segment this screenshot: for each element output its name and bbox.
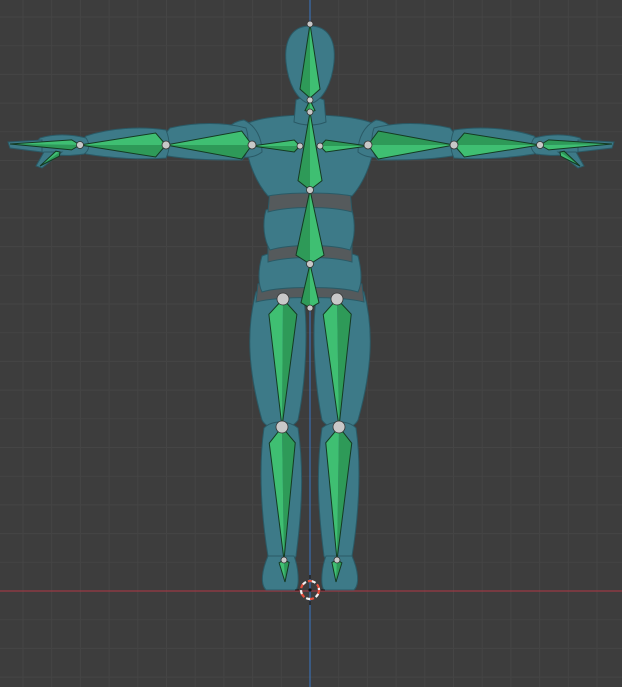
bone-joint[interactable] — [306, 260, 314, 268]
bone-joint[interactable] — [275, 420, 289, 434]
bone-joint[interactable] — [316, 142, 324, 150]
bone-joint[interactable] — [363, 140, 373, 150]
bone-joint[interactable] — [247, 140, 257, 150]
bone-joint[interactable] — [306, 108, 314, 116]
bone-joint[interactable] — [332, 420, 346, 434]
bone-joint[interactable] — [306, 96, 314, 104]
bone-joint[interactable] — [76, 141, 84, 149]
armature[interactable] — [9, 23, 613, 583]
left-foot[interactable] — [261, 555, 299, 591]
bone-joint[interactable] — [449, 140, 459, 150]
bone-joint[interactable] — [330, 292, 344, 306]
bone-joint[interactable] — [306, 186, 314, 194]
bone-joint[interactable] — [280, 556, 288, 564]
bone-joint[interactable] — [161, 140, 171, 150]
bone-joint[interactable] — [306, 20, 314, 28]
bone-joint[interactable] — [536, 141, 544, 149]
viewport-canvas[interactable] — [0, 0, 622, 687]
bone-joint[interactable] — [333, 556, 341, 564]
bone-joint[interactable] — [306, 304, 314, 312]
bone-joint[interactable] — [276, 292, 290, 306]
3d-viewport[interactable] — [0, 0, 622, 687]
bone-joint[interactable] — [296, 142, 304, 150]
